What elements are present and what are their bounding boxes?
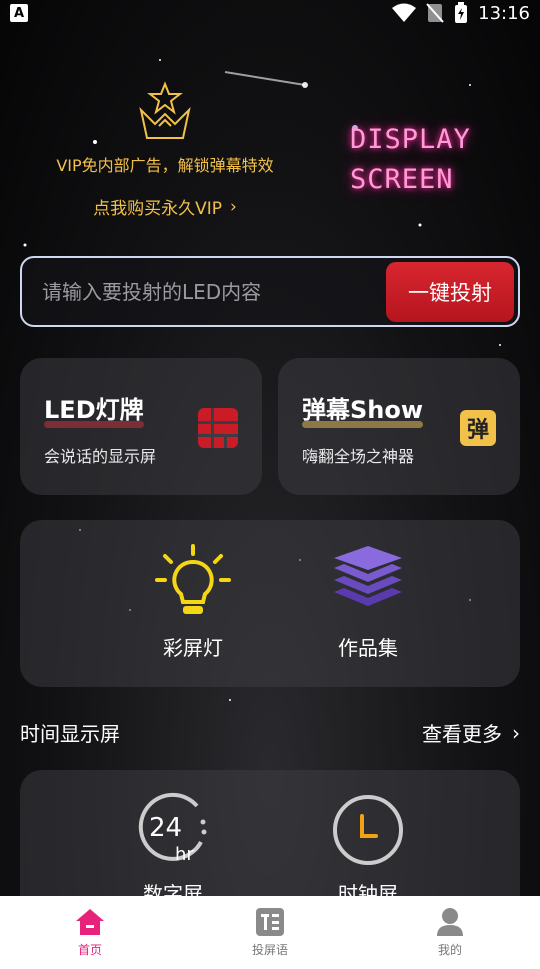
led-card-subtitle: 会说话的显示屏 (44, 447, 157, 466)
led-content-input[interactable] (42, 279, 386, 304)
one-click-cast-button[interactable]: 一键投射 (386, 261, 514, 322)
led-grid-icon (198, 408, 238, 448)
vip-promo: VIP免内部广告，解锁弹幕特效 点我购买永久VIP › (30, 80, 300, 219)
section-title: 时间显示屏 (20, 722, 120, 746)
nav-mine-label: 我的 (437, 943, 462, 957)
chevron-right-icon: › (230, 196, 237, 217)
danmu-card-title: 弹幕Show (302, 390, 424, 428)
vip-crown-icon (139, 81, 191, 139)
time-display-section-header: 时间显示屏 查看更多 › (20, 718, 520, 747)
banner-line-2: SCREEN (350, 164, 454, 195)
buy-vip-link[interactable]: 点我购买永久VIP › (93, 194, 237, 220)
no-sim-icon (426, 3, 444, 23)
cast-input-bar: 一键投射 (20, 256, 520, 327)
buy-vip-label: 点我购买永久VIP (93, 199, 223, 219)
display-screen-banner: DISPLAY SCREEN (350, 120, 510, 200)
danmu-show-card[interactable]: 弹幕Show 嗨翻全场之神器 弹 (278, 358, 520, 495)
layers-icon (334, 546, 402, 606)
view-more-link[interactable]: 查看更多 › (422, 718, 520, 747)
user-icon (437, 908, 463, 936)
tools-card: 彩屏灯 作品集 (20, 520, 520, 687)
works-tool[interactable]: 作品集 (308, 544, 428, 661)
nav-cast-text[interactable]: 投屏语 (210, 907, 330, 958)
app-notification-icon: A (10, 4, 28, 22)
clock-icon (333, 795, 403, 865)
led-card-title: LED灯牌 (44, 390, 144, 428)
nav-cast-text-label: 投屏语 (251, 943, 288, 957)
led-sign-card[interactable]: LED灯牌 会说话的显示屏 (20, 358, 262, 495)
battery-charging-icon (455, 2, 468, 23)
danmu-card-subtitle: 嗨翻全场之神器 (302, 447, 415, 466)
text-frame-icon (256, 908, 284, 936)
home-icon (76, 909, 104, 935)
light-bulb-icon (155, 544, 231, 614)
24-text: 24 (149, 813, 182, 843)
works-label: 作品集 (338, 636, 398, 660)
color-light-tool[interactable]: 彩屏灯 (133, 544, 253, 661)
nav-home[interactable]: 首页 (30, 907, 150, 958)
hr-text: hr (175, 844, 194, 865)
color-light-label: 彩屏灯 (163, 636, 223, 660)
bottom-navigation: 首页 投屏语 我的 (0, 896, 540, 969)
wifi-icon (392, 3, 417, 22)
status-bar: A 13:16 (0, 0, 540, 26)
nav-mine[interactable]: 我的 (390, 907, 510, 958)
chevron-right-icon: › (512, 720, 520, 745)
nav-home-label: 首页 (77, 943, 102, 957)
banner-line-1: DISPLAY (350, 124, 471, 155)
vip-description: VIP免内部广告，解锁弹幕特效 (56, 156, 274, 175)
clock-screen-item[interactable]: 时钟屏 (308, 792, 428, 907)
digital-screen-item[interactable]: 24 hr 数字屏 (113, 792, 233, 907)
danmu-icon: 弹 (460, 410, 496, 446)
status-time: 13:16 (478, 2, 530, 24)
24hr-icon: 24 hr (138, 792, 207, 865)
